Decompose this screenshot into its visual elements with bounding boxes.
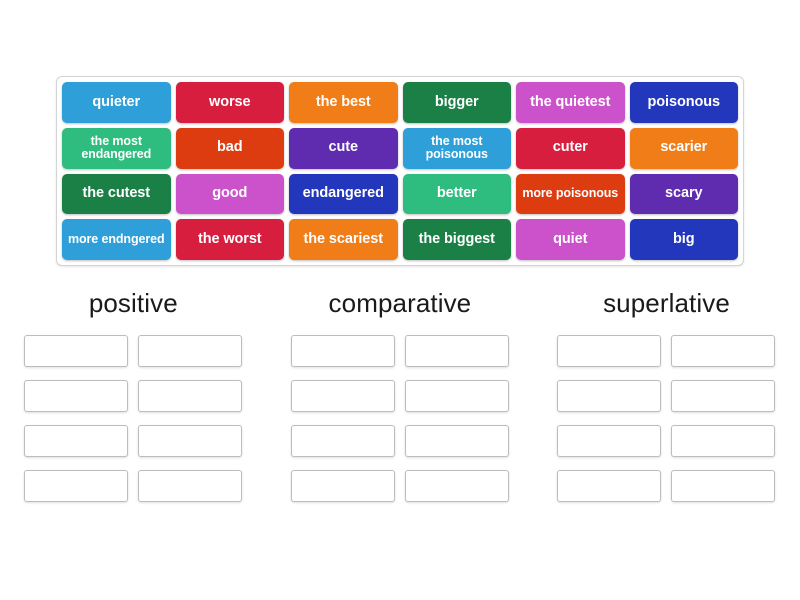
word-tile[interactable]: more poisonous [516,173,625,215]
drop-slot-grid [557,335,776,502]
word-tile[interactable]: the most endangered [62,127,171,169]
word-tile[interactable]: more endngered [62,219,171,260]
word-tile[interactable]: good [175,173,284,215]
category-title: positive [88,288,178,318]
word-tile[interactable]: worse [175,82,284,123]
category-column: comparative [267,288,534,502]
word-tile[interactable]: scarier [629,127,738,169]
word-tile[interactable]: the cutest [62,173,171,215]
drop-slot-grid [290,335,509,502]
drop-slot[interactable] [290,380,395,412]
drop-slot[interactable] [671,470,776,502]
drop-slot[interactable] [404,470,509,502]
word-tile[interactable]: poisonous [629,82,738,123]
drop-slot[interactable] [24,335,129,367]
drop-slot[interactable] [557,425,662,457]
word-tile[interactable]: better [402,173,511,215]
drop-slot[interactable] [138,335,243,367]
drop-slot[interactable] [138,425,243,457]
drop-slot[interactable] [671,335,776,367]
drop-slot-grid [24,335,243,502]
word-tile[interactable]: cute [289,127,398,169]
drop-slot[interactable] [671,380,776,412]
drop-slot[interactable] [404,425,509,457]
category-column: superlative [533,288,800,502]
category-title: superlative [603,288,730,318]
word-tile[interactable]: the quietest [516,82,625,123]
drop-slot[interactable] [290,335,395,367]
word-tile[interactable]: the best [289,82,398,123]
word-tile-grid: quieter worse the best bigger the quietest po… [62,82,738,260]
word-tile[interactable]: bad [175,127,284,169]
word-bank-panel: quieter worse the best bigger the quietest po… [56,76,744,266]
drop-slot[interactable] [557,470,662,502]
word-tile[interactable]: quieter [62,82,171,123]
word-tile[interactable]: scary [629,173,738,215]
drop-slot[interactable] [138,470,243,502]
word-tile[interactable]: the biggest [402,219,511,260]
category-columns: positive comparative superlative [0,288,800,502]
category-title: comparative [328,288,472,318]
word-tile[interactable]: quiet [516,219,625,260]
drop-slot[interactable] [24,380,129,412]
drop-slot[interactable] [24,470,129,502]
word-tile[interactable]: big [629,219,738,260]
drop-slot[interactable] [24,425,129,457]
word-tile[interactable]: bigger [402,82,511,123]
drop-slot[interactable] [404,380,509,412]
word-tile[interactable]: cuter [516,127,625,169]
word-tile[interactable]: the most poisonous [402,127,511,169]
category-column: positive [0,288,267,502]
word-tile[interactable]: the scariest [289,219,398,260]
word-tile[interactable]: endangered [289,173,398,215]
drop-slot[interactable] [290,425,395,457]
word-tile[interactable]: the worst [175,219,284,260]
drop-slot[interactable] [404,335,509,367]
drop-slot[interactable] [557,380,662,412]
drop-slot[interactable] [557,335,662,367]
drop-slot[interactable] [671,425,776,457]
drop-slot[interactable] [290,470,395,502]
drop-slot[interactable] [138,380,243,412]
